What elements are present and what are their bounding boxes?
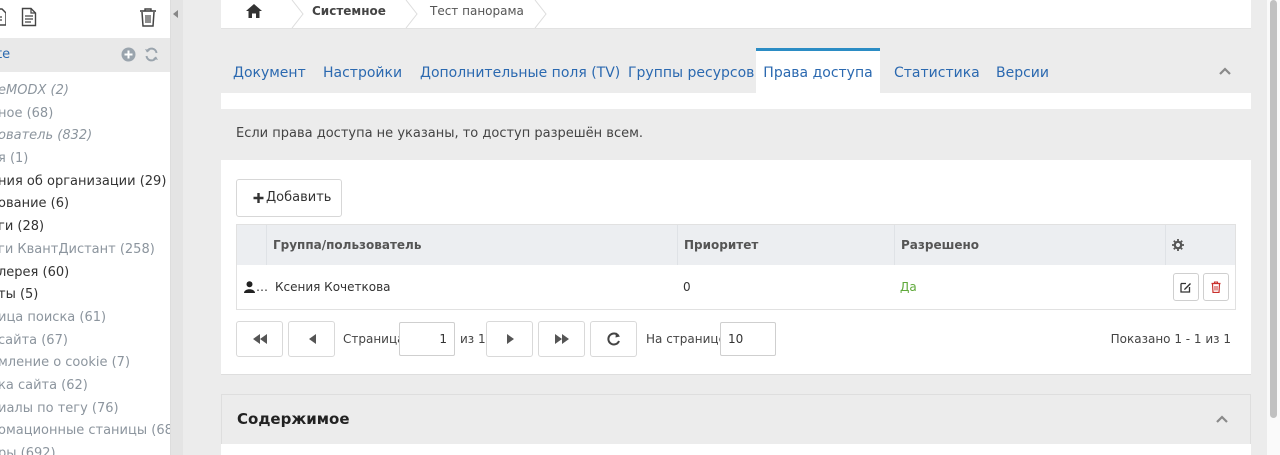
row-priority: 0	[683, 280, 691, 294]
tab-tv-fields[interactable]: Дополнительные поля (TV)	[420, 48, 620, 94]
sidebar-tree-item[interactable]: ица поиска (61)	[0, 307, 170, 330]
tab-access-rights[interactable]: Права доступа	[756, 48, 880, 94]
delete-access-button[interactable]	[1203, 273, 1229, 301]
sidebar-tree-item[interactable]: ния об организации (29)	[0, 171, 170, 194]
trash-icon	[1211, 281, 1221, 293]
column-header-allowed[interactable]: Разрешено	[894, 225, 1165, 265]
resource-tabs: Документ Настройки Дополнительные поля (…	[221, 48, 1251, 94]
context-header[interactable]: te	[0, 38, 170, 72]
page-of-label: из 1	[460, 332, 486, 346]
sidebar-tree-item[interactable]: мление о cookie (7)	[0, 352, 170, 375]
add-resource-icon[interactable]	[121, 47, 136, 62]
sidebar-toolbar	[0, 0, 170, 38]
edit-access-button[interactable]	[1173, 273, 1199, 301]
trash-icon[interactable]	[139, 7, 157, 27]
sidebar-tree-item[interactable]: ги КвантДистант (258)	[0, 239, 170, 262]
breadcrumb-item-current: Тест панорама	[430, 4, 524, 18]
access-notice-text: Если права доступа не указаны, то доступ…	[236, 126, 644, 141]
sidebar-tree-item[interactable]: омационные станицы (682)	[0, 420, 170, 443]
edit-icon	[1180, 282, 1191, 293]
refresh-icon[interactable]	[144, 47, 159, 62]
prev-page-button[interactable]	[288, 321, 335, 357]
next-page-button[interactable]	[486, 321, 533, 357]
sidebar-tree-item[interactable]: ное (68)	[0, 103, 170, 126]
content-section: Содержимое	[221, 394, 1251, 455]
scrollbar-thumb[interactable]	[1270, 0, 1277, 418]
double-chevron-right-icon	[555, 334, 569, 344]
first-page-button[interactable]	[236, 321, 283, 357]
row-group-user-name: Ксения Кочеткова	[275, 280, 391, 294]
page-label: Страница	[343, 332, 405, 346]
sidebar-tree-item[interactable]: сайта (67)	[0, 330, 170, 353]
page-number-input[interactable]: 1	[399, 322, 455, 356]
breadcrumb: Системное Тест панорама	[221, 0, 1251, 29]
content-section-title: Содержимое	[237, 410, 350, 428]
sidebar-tree-item[interactable]: иалы по тегу (76)	[0, 398, 170, 421]
access-notice: Если права доступа не указаны, то доступ…	[221, 109, 1251, 160]
chevron-right-icon	[507, 334, 514, 344]
new-document-icon[interactable]	[0, 7, 7, 27]
document-icon[interactable]	[21, 7, 37, 27]
per-page-input[interactable]: 10	[720, 322, 776, 356]
context-label: te	[0, 47, 11, 62]
collapse-arrow-icon	[173, 10, 178, 18]
collapse-tabs-chevron-up-icon[interactable]	[1219, 67, 1231, 75]
content-section-body	[221, 444, 1251, 455]
sidebar-tree-item[interactable]: ование (6)	[0, 193, 170, 216]
home-icon[interactable]	[245, 3, 263, 31]
access-rights-panel: Если права доступа не указаны, то доступ…	[221, 93, 1251, 375]
add-button-label: Добавить	[266, 190, 332, 205]
sidebar-tree-item[interactable]: лерея (60)	[0, 262, 170, 285]
sidebar-tree-item[interactable]: я (1)	[0, 148, 170, 171]
last-page-button[interactable]	[538, 321, 585, 357]
breadcrumb-separator-icon	[291, 0, 304, 28]
grid-settings-icon[interactable]	[1165, 225, 1235, 265]
grid-pager: Страница 1 из 1 На странице: 10 Показано…	[236, 321, 1236, 357]
plus-icon	[253, 180, 264, 229]
breadcrumb-item-system[interactable]: Системное	[312, 0, 386, 28]
breadcrumb-separator-icon	[405, 0, 418, 28]
row-allowed: Да	[900, 280, 917, 294]
sidebar-tree-item[interactable]: ты (5)	[0, 284, 170, 307]
tab-statistics[interactable]: Статистика	[894, 48, 980, 94]
shown-records-text: Показано 1 - 1 из 1	[1110, 332, 1231, 346]
resource-tree: eMODX (2) ное (68) ователь (832) я (1) ния о…	[0, 80, 170, 455]
column-header-group-user[interactable]: Группа/пользователь	[266, 225, 677, 265]
sidebar-tree-item[interactable]: ры (692)	[0, 443, 170, 455]
resource-tree-sidebar: te eMODX (2)ное (68)ователь (832)я (1)ни…	[0, 0, 171, 455]
chevron-left-icon	[309, 334, 316, 344]
sidebar-tree-item[interactable]: ги (28)	[0, 216, 170, 239]
double-chevron-left-icon	[253, 334, 267, 344]
table-row[interactable]: … Ксения Кочеткова 0 Да	[237, 265, 1235, 309]
column-header-priority[interactable]: Приоритет	[677, 225, 894, 265]
refresh-icon	[607, 332, 620, 346]
tab-settings[interactable]: Настройки	[323, 48, 402, 94]
sidebar-tree-item[interactable]: ователь (832)	[0, 125, 170, 148]
per-page-label: На странице:	[646, 332, 730, 346]
user-icon: …	[244, 265, 274, 309]
tab-document[interactable]: Документ	[233, 48, 306, 94]
tab-versions[interactable]: Версии	[996, 48, 1049, 94]
tab-resource-groups[interactable]: Группы ресурсов	[628, 48, 754, 94]
add-access-button[interactable]: Добавить	[236, 179, 342, 217]
access-grid: Группа/пользователь Приоритет Разрешено …	[236, 224, 1236, 310]
sidebar-tree-item[interactable]: ка сайта (62)	[0, 375, 170, 398]
breadcrumb-separator-icon	[534, 0, 547, 28]
content-collapse-chevron-up-icon[interactable]	[1216, 415, 1228, 423]
refresh-button[interactable]	[590, 321, 637, 357]
user-type-ellipsis: …	[256, 280, 268, 294]
sidebar-collapse-handle[interactable]	[171, 0, 183, 455]
sidebar-tree-item[interactable]: eMODX (2)	[0, 80, 170, 103]
grid-header: Группа/пользователь Приоритет Разрешено	[237, 225, 1235, 265]
page-scrollbar[interactable]	[1267, 0, 1280, 455]
